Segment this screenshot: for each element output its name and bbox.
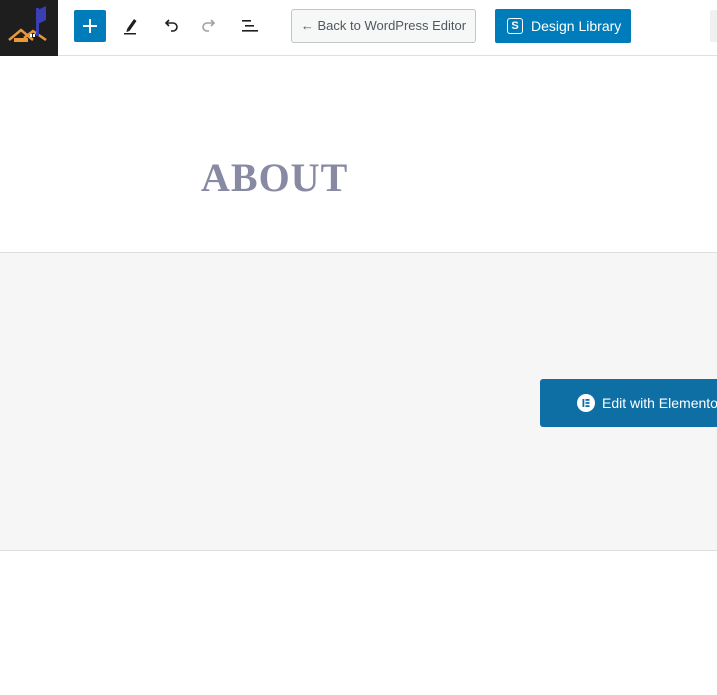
edit-with-elementor-label: Edit with Elementor	[602, 395, 717, 411]
elementor-placeholder-area: Edit with Elementor	[0, 252, 717, 551]
redo-icon	[202, 19, 216, 32]
add-block-button[interactable]	[74, 10, 106, 42]
list-view-button[interactable]	[234, 10, 266, 42]
undo-icon	[164, 19, 178, 32]
back-to-wordpress-editor-button[interactable]: ← Back to WordPress Editor	[291, 9, 476, 43]
undo-button[interactable]	[154, 10, 186, 42]
design-library-icon: S	[507, 18, 523, 34]
redo-button[interactable]	[194, 10, 226, 42]
plus-icon	[83, 19, 97, 33]
page-title[interactable]: ABOUT	[201, 154, 348, 202]
design-library-button[interactable]: S Design Library	[495, 9, 631, 43]
elementor-logo-icon	[577, 394, 595, 412]
list-view-icon	[242, 20, 258, 32]
editor-toolbar: ← Back to WordPress Editor S Design Libr…	[0, 0, 717, 56]
edit-with-elementor-button[interactable]: Edit with Elementor	[540, 379, 717, 427]
title-section: ABOUT	[0, 56, 717, 252]
site-logo-house-icon	[8, 6, 47, 42]
tools-button[interactable]	[114, 10, 146, 42]
design-library-label: Design Library	[531, 18, 622, 34]
pencil-icon	[124, 19, 137, 35]
toolbar-overflow-button[interactable]	[710, 10, 717, 42]
site-logo[interactable]	[0, 0, 58, 56]
